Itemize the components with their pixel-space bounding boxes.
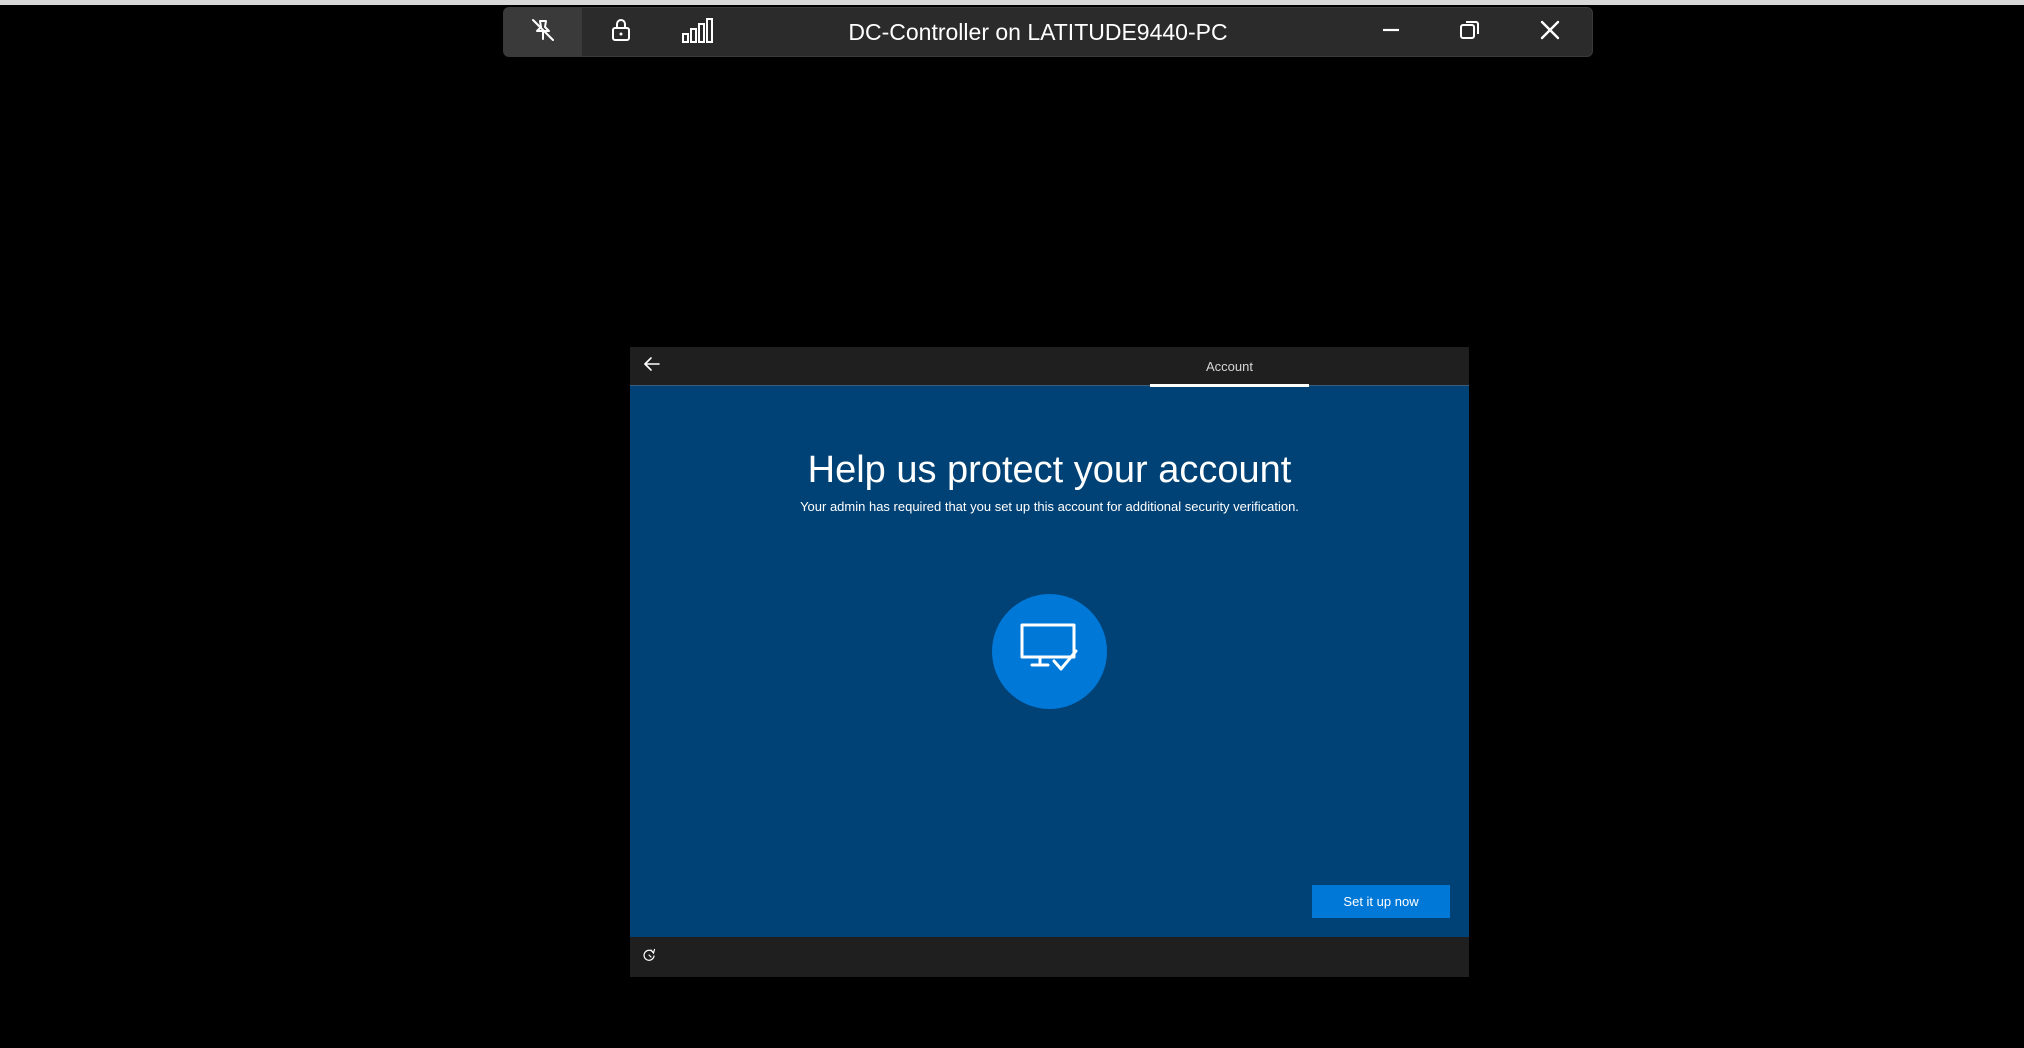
page-title: Help us protect your account — [807, 449, 1292, 491]
step-label-account: Account — [1206, 359, 1253, 374]
minimize-button[interactable] — [1352, 8, 1430, 56]
lock-button[interactable] — [582, 8, 660, 56]
close-button[interactable] — [1511, 8, 1589, 56]
oobe-header: Account — [630, 347, 1469, 387]
top-strip — [0, 0, 2024, 5]
set-it-up-now-button[interactable]: Set it up now — [1312, 885, 1450, 918]
monitor-check-icon — [1018, 621, 1082, 682]
connection-title: DC-Controller on LATITUDE9440-PC — [848, 19, 1228, 45]
lock-icon — [609, 17, 633, 48]
signal-strength-icon — [680, 16, 718, 49]
oobe-window: Account Help us protect your account You… — [630, 347, 1469, 977]
step-indicator — [1150, 384, 1309, 387]
oobe-footer — [630, 937, 1469, 977]
restore-icon — [1457, 17, 1483, 48]
close-icon — [1538, 18, 1562, 47]
page-description: Your admin has required that you set up … — [800, 499, 1299, 514]
restore-button[interactable] — [1431, 8, 1509, 56]
unpin-button[interactable] — [504, 8, 582, 56]
back-arrow-icon — [643, 355, 661, 378]
unpin-icon — [529, 16, 557, 49]
minimize-icon — [1379, 18, 1403, 47]
hero-illustration — [992, 594, 1107, 709]
connection-info-button[interactable] — [660, 8, 738, 56]
ease-of-access-icon — [642, 948, 656, 967]
back-button[interactable] — [634, 349, 670, 383]
remote-connection-bar: DC-Controller on LATITUDE9440-PC — [503, 7, 1593, 57]
ease-of-access-button[interactable] — [638, 946, 660, 968]
